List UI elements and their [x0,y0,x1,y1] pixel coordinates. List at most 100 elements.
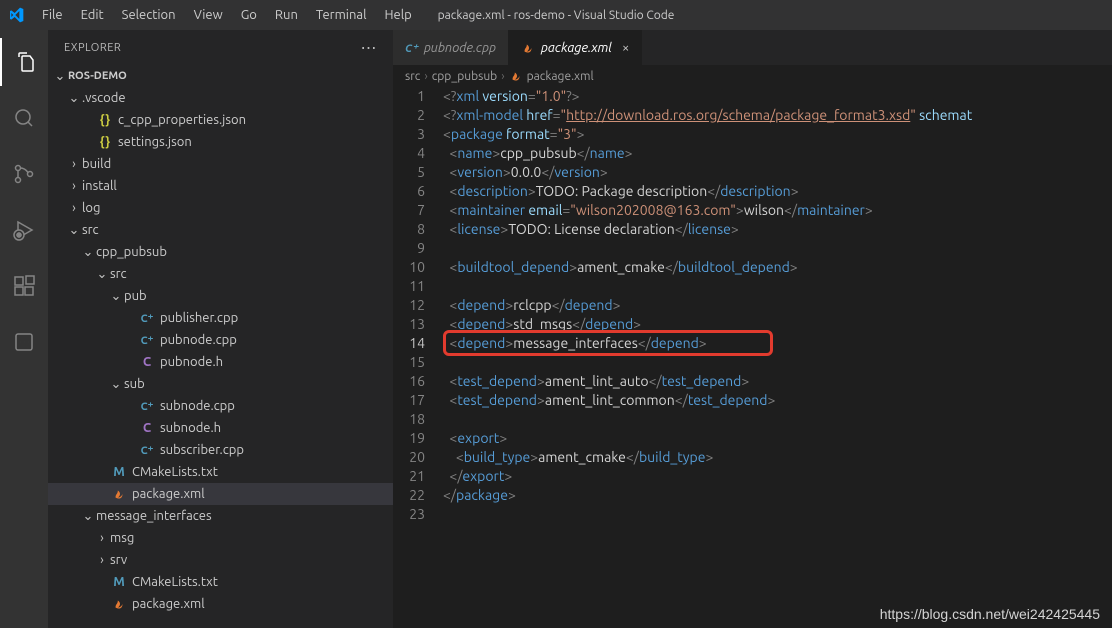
close-icon[interactable]: × [622,41,629,55]
chevron-right-icon: › [66,157,82,171]
spacer-icon [122,311,138,325]
cmake-file-icon: M [110,575,128,589]
spacer-icon [122,399,138,413]
tree-item-label: subnode.h [160,421,221,435]
tree-folder[interactable]: ›msg [48,527,393,549]
menu-help[interactable]: Help [376,4,419,26]
tree-folder[interactable]: ›srv [48,549,393,571]
menu-file[interactable]: File [34,4,71,26]
tree-file[interactable]: MCMakeLists.txt [48,571,393,593]
activity-run-debug-icon[interactable] [0,206,48,254]
title-bar: FileEditSelectionViewGoRunTerminalHelp p… [0,0,1112,30]
spacer-icon [122,333,138,347]
line-numbers: 1234567891011121314151617181920212223 [393,87,443,628]
menu-edit[interactable]: Edit [73,4,112,26]
activity-scm-icon[interactable] [0,150,48,198]
window-title: package.xml - ros-demo - Visual Studio C… [438,9,675,22]
activity-explorer-icon[interactable] [0,38,48,86]
editor-tab[interactable]: package.xml× [509,30,642,65]
tree-file[interactable]: MCMakeLists.txt [48,461,393,483]
activity-extensions-icon[interactable] [0,262,48,310]
tree-item-label: cpp_pubsub [96,245,167,259]
tree-file[interactable]: Cpubnode.h [48,351,393,373]
activity-bar [0,30,48,628]
cpp-file-icon: C⁺ [405,41,418,55]
tree-file[interactable]: Csubnode.h [48,417,393,439]
tree-file[interactable]: C⁺subnode.cpp [48,395,393,417]
menu-bar: FileEditSelectionViewGoRunTerminalHelp [34,4,420,26]
tree-folder[interactable]: ›build [48,153,393,175]
tree-folder[interactable]: ⌄.vscode [48,87,393,109]
menu-view[interactable]: View [186,4,231,26]
tree-item-label: log [82,201,101,215]
tree-item-label: msg [110,531,134,545]
spacer-icon [122,443,138,457]
tree-folder[interactable]: ⌄src [48,263,393,285]
tree-folder[interactable]: ›log [48,197,393,219]
tree-file[interactable]: {}settings.json [48,131,393,153]
spacer-icon [122,355,138,369]
spacer-icon [94,575,110,589]
tree-file[interactable]: C⁺pubnode.cpp [48,329,393,351]
tree-file[interactable]: C⁺subscriber.cpp [48,439,393,461]
tree-file[interactable]: package.xml [48,483,393,505]
chevron-down-icon: ⌄ [66,91,82,106]
spacer-icon [80,135,96,149]
menu-terminal[interactable]: Terminal [308,4,375,26]
xml-file-icon [110,487,128,501]
code-content[interactable]: <?xml version="1.0"?><?xml-model href="h… [443,87,1112,628]
menu-run[interactable]: Run [267,4,306,26]
editor-tab[interactable]: C⁺pubnode.cpp [393,30,509,65]
tree-folder[interactable]: ⌄pub [48,285,393,307]
menu-go[interactable]: Go [233,4,265,26]
tree-item-label: build [82,157,111,171]
vscode-logo-icon [8,7,24,23]
tree-item-label: package.xml [132,597,205,611]
spacer-icon [94,597,110,611]
tree-item-label: CMakeLists.txt [132,465,218,479]
breadcrumb-item[interactable]: src [405,70,420,83]
editor-area: C⁺pubnode.cpppackage.xml× src › cpp_pubs… [393,30,1112,628]
explorer-more-icon[interactable]: ⋯ [361,38,378,57]
explorer-header: EXPLORER ⋯ [48,30,393,65]
tree-item-label: srv [110,553,127,567]
xml-file-icon [509,69,523,83]
tree-item-label: .vscode [82,91,126,105]
menu-selection[interactable]: Selection [114,4,184,26]
explorer-title: EXPLORER [64,42,121,54]
chevron-down-icon: ⌄ [108,289,124,304]
activity-more-icon[interactable] [0,318,48,366]
tree-folder[interactable]: ⌄src [48,219,393,241]
breadcrumb-item[interactable]: package.xml [527,70,594,83]
spacer-icon [94,465,110,479]
sidebar-explorer: EXPLORER ⋯ ⌄ ROS-DEMO ⌄.vscode {}c_cpp_p… [48,30,393,628]
tree-folder[interactable]: ›install [48,175,393,197]
tree-root[interactable]: ⌄ ROS-DEMO [48,65,393,87]
tree-folder[interactable]: ⌄cpp_pubsub [48,241,393,263]
header-file-icon: C [138,421,156,435]
chevron-right-icon: › [94,531,110,545]
cpp-file-icon: C⁺ [138,444,156,457]
tree-item-label: pub [124,289,147,303]
tree-folder[interactable]: ⌄sub [48,373,393,395]
editor-tabs: C⁺pubnode.cpppackage.xml× [393,30,1112,65]
cpp-file-icon: C⁺ [138,312,156,325]
chevron-right-icon: › [66,201,82,215]
cpp-file-icon: C⁺ [138,400,156,413]
tree-file[interactable]: C⁺publisher.cpp [48,307,393,329]
chevron-down-icon: ⌄ [80,509,96,524]
breadcrumb-item[interactable]: cpp_pubsub [432,70,498,83]
chevron-down-icon: ⌄ [94,267,110,282]
tree-root-label: ROS-DEMO [68,70,127,82]
chevron-right-icon: › [424,70,427,83]
json-file-icon: {} [96,135,114,149]
tree-file[interactable]: {}c_cpp_properties.json [48,109,393,131]
spacer-icon [94,487,110,501]
activity-search-icon[interactable] [0,94,48,142]
watermark-text: https://blog.csdn.net/wei242425445 [880,606,1100,622]
breadcrumbs[interactable]: src › cpp_pubsub › package.xml [393,65,1112,87]
code-area[interactable]: 1234567891011121314151617181920212223 <?… [393,87,1112,628]
tree-file[interactable]: package.xml [48,593,393,615]
header-file-icon: C [138,355,156,369]
tree-folder[interactable]: ⌄message_interfaces [48,505,393,527]
